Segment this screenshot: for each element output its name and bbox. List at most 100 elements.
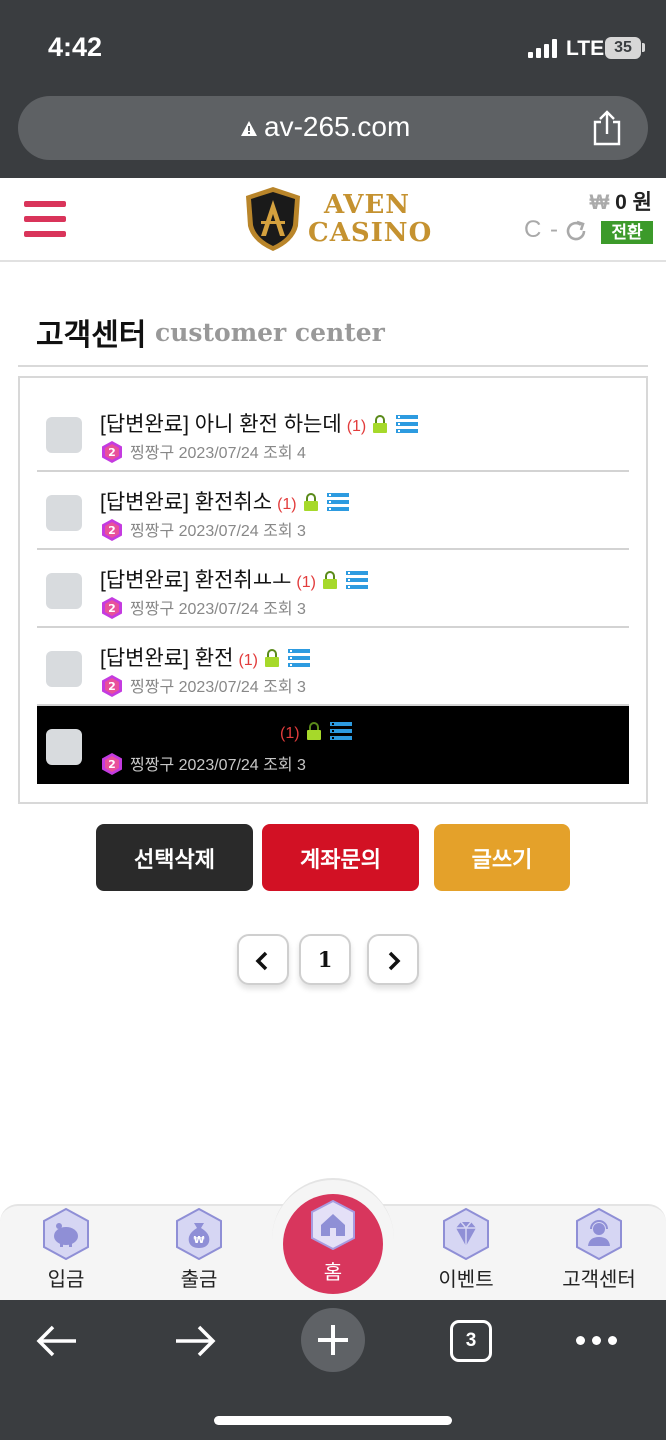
battery-icon: 35: [605, 37, 641, 59]
page-title: 고객센터: [36, 319, 147, 352]
level-badge-icon: 2: [102, 753, 122, 775]
post-author: 찡짱구: [130, 523, 175, 540]
nav-label: 고객센터: [562, 1269, 636, 1291]
piggy-bank-icon: [43, 1208, 89, 1260]
level-badge-icon: 2: [102, 441, 122, 463]
post-date: 2023/07/24: [178, 601, 259, 618]
post-subject[interactable]: [답변완료] 아니 환전 하는데: [100, 413, 342, 436]
next-page-button[interactable]: [367, 934, 419, 985]
nav-event[interactable]: 이벤트: [406, 1206, 526, 1296]
list-icon: [326, 493, 349, 511]
level-badge-icon: 2: [102, 597, 122, 619]
list-item[interactable]: [답변완료] 아니 환전 하는데 (1) 2 찡짱구 2023/07/24 조회 4: [37, 394, 629, 472]
row-checkbox[interactable]: [46, 417, 82, 453]
chevron-left-icon: [255, 951, 268, 971]
account-inquiry-button[interactable]: 계좌문의: [262, 824, 419, 891]
warning-icon: [241, 121, 257, 136]
nav-deposit[interactable]: 입금: [6, 1206, 126, 1296]
diamond-icon: [443, 1208, 489, 1260]
svg-text:2: 2: [108, 680, 116, 693]
comment-count: (1): [346, 418, 367, 435]
post-date: 2023/07/24: [178, 679, 259, 696]
house-icon[interactable]: [310, 1200, 356, 1250]
nav-support[interactable]: 고객센터: [539, 1206, 659, 1296]
post-subject[interactable]: [답변완료] 환전취ㅛㅗ: [100, 569, 291, 592]
list-icon: [288, 649, 310, 667]
forward-arrow-icon[interactable]: [174, 1324, 216, 1358]
lock-icon: [322, 571, 337, 589]
post-views: 조회 3: [263, 601, 306, 618]
money-bag-icon: ₩: [176, 1208, 222, 1260]
url-text[interactable]: av-265.com: [264, 111, 410, 143]
back-arrow-icon[interactable]: [36, 1324, 78, 1358]
level-badge-icon: 2: [102, 675, 122, 697]
nav-label: 이벤트: [438, 1269, 494, 1291]
row-checkbox[interactable]: [46, 573, 82, 609]
logo-text-casino[interactable]: CASINO: [308, 218, 432, 248]
more-icon[interactable]: [576, 1336, 618, 1346]
row-checkbox[interactable]: [46, 651, 82, 687]
post-subject[interactable]: [답변완료] 환전: [100, 647, 233, 670]
list-item[interactable]: [답변완료] 환전취ㅛㅗ (1) 2 찡짱구 2023/07/24 조회 3: [37, 550, 629, 628]
network-type: LTE: [566, 37, 605, 60]
nav-label: 입금: [47, 1269, 85, 1291]
won-sign: ₩: [589, 191, 610, 214]
delete-selected-button[interactable]: 선택삭제: [96, 824, 253, 891]
logo-text-aven[interactable]: AVEN: [324, 190, 410, 220]
list-item[interactable]: [답변완료] 환전취소 (1) 2 찡짱구 2023/07/24 조회 3: [37, 472, 629, 550]
lock-icon: [303, 493, 318, 511]
comment-count: (1): [277, 496, 297, 513]
post-author: 찡짱구: [130, 445, 175, 462]
lock-icon: [265, 649, 279, 667]
svg-text:2: 2: [108, 446, 116, 459]
prev-page-button[interactable]: [237, 934, 289, 985]
write-button[interactable]: 글쓰기: [434, 824, 570, 891]
list-icon: [396, 415, 419, 433]
logo-shield-icon[interactable]: [244, 186, 302, 252]
status-time: 4:42: [48, 32, 103, 62]
tabs-button[interactable]: 3: [450, 1320, 492, 1362]
post-subject[interactable]: [답변완료] 환전취소: [100, 491, 272, 514]
signal-icon: [528, 38, 560, 58]
post-date: 2023/07/24: [178, 445, 259, 462]
list-icon: [329, 722, 352, 740]
support-agent-icon: [576, 1208, 622, 1260]
lock-icon: [306, 722, 321, 740]
title-divider: [18, 365, 648, 367]
plus-icon[interactable]: [317, 1324, 349, 1356]
svg-text:2: 2: [108, 524, 116, 537]
nav-withdraw[interactable]: ₩ 출금: [139, 1206, 259, 1296]
post-author: 찡짱구: [130, 757, 175, 774]
svg-text:2: 2: [108, 758, 116, 771]
post-author: 찡짱구: [130, 679, 175, 696]
level-badge-icon: 2: [102, 519, 122, 541]
post-views: 조회 3: [263, 523, 306, 540]
comment-count: (1): [238, 652, 258, 669]
share-icon[interactable]: [592, 110, 622, 146]
post-author: 찡짱구: [130, 601, 175, 618]
balance-amount: 0 원: [615, 191, 652, 214]
balance-display: ₩ 0 원: [589, 186, 652, 216]
list-item[interactable]: (1) 2 찡짱구 2023/07/24 조회 3: [37, 706, 629, 784]
lock-icon: [373, 415, 388, 433]
home-indicator: [214, 1416, 452, 1425]
post-date: 2023/07/24: [178, 523, 259, 540]
refresh-icon[interactable]: [564, 219, 588, 243]
battery-tip: [642, 43, 645, 52]
page-number[interactable]: 1: [299, 934, 351, 985]
nav-label[interactable]: 홈: [283, 1256, 383, 1285]
row-checkbox[interactable]: [46, 495, 82, 531]
nav-label: 출금: [180, 1269, 218, 1291]
post-views: 조회 3: [263, 679, 306, 696]
list-item[interactable]: [답변완료] 환전 (1) 2 찡짱구 2023/07/24 조회 3: [37, 628, 629, 706]
chevron-right-icon: [388, 951, 401, 971]
page-subtitle: customer center: [155, 318, 385, 347]
point-display: C -: [524, 216, 559, 243]
menu-icon[interactable]: [24, 201, 66, 237]
post-views: 조회 4: [263, 445, 306, 462]
svg-text:2: 2: [108, 602, 116, 615]
convert-button[interactable]: 전환: [601, 221, 653, 244]
row-checkbox[interactable]: [46, 729, 82, 765]
svg-text:₩: ₩: [193, 1235, 204, 1246]
comment-count: (1): [296, 574, 316, 591]
